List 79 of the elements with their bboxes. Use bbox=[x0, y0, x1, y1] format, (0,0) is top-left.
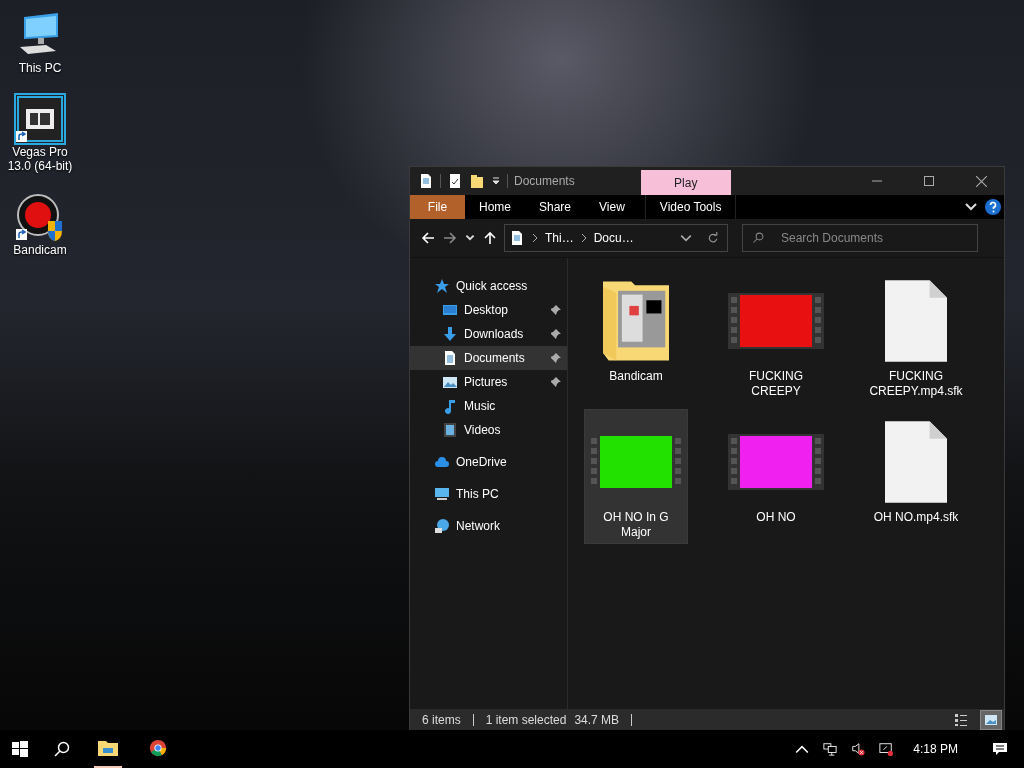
film-strip-icon bbox=[16, 95, 64, 143]
video-icon bbox=[442, 422, 458, 438]
dropdown-icon[interactable] bbox=[491, 176, 501, 186]
checkmark-icon[interactable] bbox=[447, 173, 463, 189]
document-icon bbox=[509, 230, 525, 246]
nav-item[interactable]: OneDrive bbox=[410, 450, 567, 474]
blank-file-icon bbox=[885, 420, 947, 504]
nav-item[interactable]: Documents bbox=[410, 346, 567, 370]
address-bar[interactable]: Thi… Docu… bbox=[504, 224, 728, 252]
search-field[interactable]: Search Documents bbox=[742, 224, 978, 252]
file-item[interactable]: Bandicam bbox=[584, 268, 688, 403]
folder-icon bbox=[603, 280, 669, 362]
network-icon bbox=[434, 518, 450, 534]
breadcrumb[interactable]: Docu… bbox=[593, 231, 634, 245]
contextual-tab-header: Play bbox=[640, 170, 731, 195]
document-icon bbox=[442, 350, 458, 366]
notification-icon[interactable] bbox=[992, 741, 1008, 757]
selection-size: 34.7 MB bbox=[574, 713, 620, 727]
folder-icon[interactable] bbox=[469, 173, 485, 189]
up-arrow-icon[interactable] bbox=[482, 230, 498, 246]
back-arrow-icon[interactable] bbox=[420, 230, 436, 246]
pin-icon[interactable] bbox=[551, 377, 561, 387]
desktop-shortcut[interactable]: Vegas Pro 13.0 (64-bit) bbox=[4, 92, 76, 176]
details-list-icon bbox=[954, 713, 968, 727]
file-item[interactable]: FUCKING CREEPY bbox=[724, 268, 828, 403]
chevron-right-icon[interactable] bbox=[532, 233, 538, 243]
close-icon bbox=[975, 175, 987, 187]
chevron-down-icon[interactable] bbox=[680, 232, 692, 244]
blank-file-icon bbox=[885, 279, 947, 363]
clock[interactable]: 4:18 PM bbox=[913, 742, 958, 756]
forward-arrow-icon[interactable] bbox=[442, 230, 458, 246]
picture-icon bbox=[442, 374, 458, 390]
ribbon-tab[interactable]: Home bbox=[465, 195, 525, 219]
file-item[interactable]: OH NO.mp4.sfk bbox=[864, 409, 968, 544]
file-item[interactable]: OH NO bbox=[724, 409, 828, 544]
selection-status: 1 item selected bbox=[485, 713, 567, 727]
download-icon bbox=[442, 326, 458, 342]
music-icon bbox=[442, 398, 458, 414]
nav-item[interactable]: Pictures bbox=[410, 370, 567, 394]
item-count: 6 items bbox=[422, 713, 461, 727]
nav-item[interactable]: Desktop bbox=[410, 298, 567, 322]
file-item[interactable]: OH NO In G Major bbox=[584, 409, 688, 544]
nav-item[interactable]: Music bbox=[410, 394, 567, 418]
maximize-icon bbox=[924, 176, 934, 186]
desktop-icon bbox=[442, 302, 458, 318]
desktop-shortcut[interactable]: This PC bbox=[4, 8, 76, 78]
search-icon[interactable] bbox=[52, 741, 72, 757]
cloud-icon bbox=[434, 454, 450, 470]
desktop-shortcut[interactable]: Bandicam bbox=[4, 190, 76, 260]
nav-item[interactable]: Network bbox=[410, 514, 567, 538]
window-title: Documents bbox=[514, 174, 575, 188]
nav-item[interactable]: Videos bbox=[410, 418, 567, 442]
chevron-right-icon[interactable] bbox=[580, 233, 587, 243]
network-icon[interactable] bbox=[823, 742, 838, 756]
muted-speaker-icon[interactable] bbox=[851, 742, 866, 756]
star-icon bbox=[434, 278, 450, 294]
picture-icon bbox=[984, 713, 998, 727]
file-item[interactable]: FUCKING CREEPY.mp4.sfk bbox=[864, 268, 968, 403]
ribbon-tab[interactable]: Share bbox=[525, 195, 586, 219]
record-button-icon bbox=[16, 193, 64, 241]
ribbon-tab[interactable]: View bbox=[585, 195, 639, 219]
pc-icon bbox=[434, 486, 450, 502]
ribbon-tab[interactable]: Video Tools bbox=[644, 195, 737, 219]
nav-item[interactable]: Quick access bbox=[410, 274, 567, 298]
nav-item[interactable]: Downloads bbox=[410, 322, 567, 346]
nav-item[interactable]: This PC bbox=[410, 482, 567, 506]
breadcrumb[interactable]: Thi… bbox=[545, 231, 574, 245]
large-icons-view-button[interactable] bbox=[980, 710, 1002, 730]
document-icon[interactable] bbox=[418, 173, 434, 189]
refresh-icon[interactable] bbox=[707, 232, 719, 244]
chevron-down-icon[interactable] bbox=[965, 203, 977, 211]
help-icon[interactable] bbox=[985, 199, 1001, 215]
pin-icon[interactable] bbox=[551, 353, 561, 363]
pin-icon[interactable] bbox=[551, 305, 561, 315]
windows-start-icon[interactable] bbox=[10, 741, 30, 757]
search-icon bbox=[752, 232, 764, 244]
ribbon-tab[interactable]: File bbox=[410, 195, 465, 219]
display-icon[interactable] bbox=[879, 742, 894, 756]
pin-icon[interactable] bbox=[551, 329, 561, 339]
